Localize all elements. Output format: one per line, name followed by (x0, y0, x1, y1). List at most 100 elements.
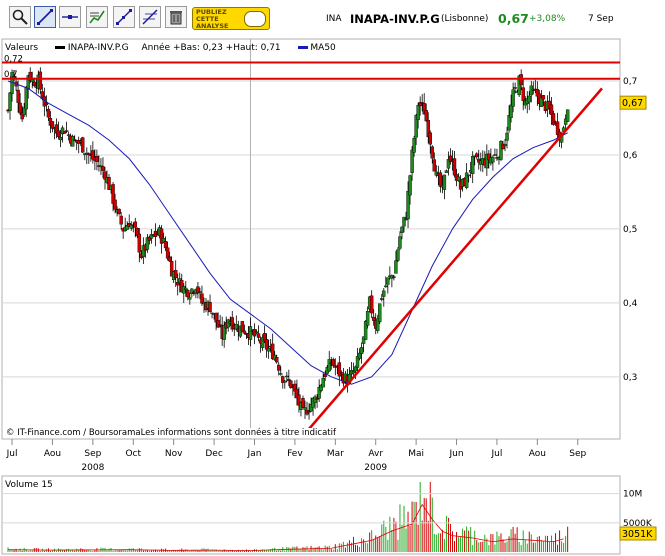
candle-up (351, 371, 356, 374)
candle-up (384, 285, 388, 288)
candle-up (442, 174, 447, 190)
y-tick-label: 0,7 (623, 77, 637, 87)
ad-line-3: ANALYSE (196, 22, 229, 30)
candle-up (8, 92, 12, 111)
candle-up (470, 155, 475, 174)
candle-up (184, 287, 188, 290)
candle-down (173, 269, 178, 279)
candle-down (337, 362, 342, 377)
candle-up (188, 297, 192, 300)
price-chart[interactable]: 0,3 0,4 0,5 0,6 0,7 0,72 0,7 0,67 Jul Aou Sep Oct N… (0, 36, 665, 556)
quote-date: 7 Sep (588, 14, 614, 24)
series-label: Valeurs (5, 43, 39, 53)
candle-up (511, 89, 515, 107)
last-price-label: 0,67 (622, 98, 643, 109)
candle-up (327, 359, 331, 372)
publish-analysis-button[interactable]: PUBLIEZ CETTE ANALYSE (192, 7, 270, 30)
candle-up (283, 380, 287, 383)
year-label: 2008 (81, 463, 104, 473)
candle-up (408, 175, 412, 196)
volume-label: Volume 15 (5, 480, 53, 490)
chart-legend: Valeurs INAPA-INV.P.G Année +Bas: 0,23 +… (5, 43, 336, 53)
candle-up (378, 303, 382, 323)
trendline-tool-button[interactable] (34, 6, 56, 28)
candle-down (369, 295, 374, 314)
y-tick-label: 0,5 (623, 225, 637, 235)
x-tick-label: Jul (491, 449, 503, 459)
candle-down (117, 208, 121, 214)
candle-up (491, 156, 495, 163)
candle-down (50, 121, 55, 129)
candle-up (410, 149, 414, 173)
candle-up (503, 144, 507, 146)
y-tick-label: 0,6 (623, 151, 638, 161)
ticker-code: INA (326, 14, 342, 24)
candle-down (163, 241, 168, 249)
candle-down (315, 398, 319, 400)
candle-up (365, 311, 370, 326)
candle-up (527, 95, 531, 103)
candle-up (565, 109, 570, 122)
candle-down (513, 87, 517, 89)
horizontal-line-tool-button[interactable] (59, 6, 81, 28)
candle-up (505, 132, 509, 141)
candle-up (313, 396, 317, 403)
candle-down (200, 293, 204, 304)
candle-down (119, 215, 123, 225)
candle-up (466, 174, 471, 177)
fibonacci-button[interactable] (139, 6, 161, 28)
candle-down (216, 320, 220, 328)
market-name: (Lisbonne) (441, 14, 489, 24)
x-tick-label: Mar (327, 449, 344, 459)
candle-down (438, 172, 443, 187)
volume-panel (1, 475, 621, 555)
candle-down (95, 155, 99, 162)
candle-down (448, 155, 453, 163)
candle-up (386, 277, 390, 285)
time-axis: Jul Aou Sep Oct Nov Dec Jan Fev Mar Avr Mai Jun Jul A… (6, 439, 587, 473)
candle-down (432, 159, 437, 172)
candle-down (32, 81, 36, 87)
candle-up (406, 191, 410, 220)
candle-down (137, 233, 142, 253)
candle-down (277, 364, 281, 371)
candle-up (359, 347, 364, 355)
x-tick-label: Sep (84, 449, 101, 459)
candle-down (521, 87, 525, 101)
candle-down (167, 256, 172, 262)
toolbar: PUBLIEZ CETTE ANALYSE INA INAPA-INV.P.G … (0, 0, 665, 36)
candle-down (240, 321, 245, 332)
candle-up (382, 290, 386, 297)
x-tick-label: Nov (165, 449, 183, 459)
zoom-button[interactable] (9, 6, 31, 28)
candle-down (339, 372, 344, 374)
candle-up (266, 348, 271, 352)
candle-down (430, 146, 434, 159)
candle-down (452, 158, 457, 176)
candle-up (279, 373, 283, 375)
year-label: 2009 (364, 463, 387, 473)
x-tick-label: Fev (287, 449, 303, 459)
candle-down (275, 357, 279, 363)
delete-button[interactable] (165, 6, 187, 28)
candle-up (303, 407, 307, 410)
x-tick-label: Oct (125, 449, 141, 459)
x-tick-label: Sep (569, 449, 586, 459)
x-tick-label: Jul (6, 449, 18, 459)
chart-credit: © IT-Finance.com / BoursoramaLes informa… (6, 428, 336, 438)
trendline-alt-button[interactable] (113, 6, 135, 28)
candle-up (394, 260, 398, 274)
candle-up (321, 377, 325, 388)
volume-tick-label: 10M (623, 490, 642, 500)
candle-down (428, 132, 432, 145)
candle-down (301, 398, 305, 408)
candle-down (64, 130, 69, 132)
candle-down (424, 110, 428, 122)
candle-up (66, 134, 71, 136)
left-price-label: 0,72 (4, 54, 23, 64)
candle-up (70, 136, 75, 147)
candle-down (56, 130, 61, 138)
candle-down (44, 102, 49, 106)
indicator-button[interactable] (86, 6, 108, 28)
candle-down (242, 330, 247, 334)
